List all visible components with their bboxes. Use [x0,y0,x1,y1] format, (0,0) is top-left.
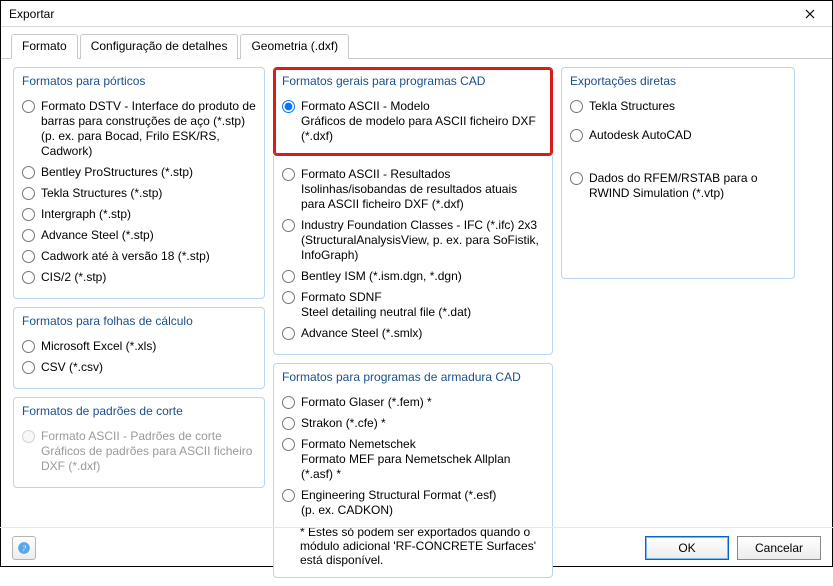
group-title: Formatos para folhas de cálculo [22,314,256,332]
tab-geometria[interactable]: Geometria (.dxf) [240,34,349,59]
group-corte: Formatos de padrões de corte Formato ASC… [13,397,265,488]
option-bentley-ism[interactable]: Bentley ISM (*.ism.dgn, *.dgn) [282,266,544,287]
tab-config-detalhes[interactable]: Configuração de detalhes [80,34,239,59]
option-ascii-resultados[interactable]: Formato ASCII - Resultados Isolinhas/iso… [282,164,544,215]
radio[interactable] [282,327,295,340]
option-ifc[interactable]: Industry Foundation Classes - IFC (*.ifc… [282,215,544,266]
option-cadwork[interactable]: Cadwork até à versão 18 (*.stp) [22,246,256,267]
group-diretas: Exportações diretas Tekla Structures Aut… [561,67,795,279]
option-advance-steel-stp[interactable]: Advance Steel (*.stp) [22,225,256,246]
option-dstv[interactable]: Formato DSTV - Interface do produto de b… [22,96,256,162]
close-button[interactable] [794,3,826,25]
radio[interactable] [570,129,583,142]
group-title: Formatos gerais para programas CAD [282,74,544,92]
group-title: Formatos de padrões de corte [22,404,256,422]
radio[interactable] [282,168,295,181]
help-button[interactable]: ? [12,536,36,560]
radio[interactable] [22,166,35,179]
radio[interactable] [282,438,295,451]
radio[interactable] [282,270,295,283]
group-calculo: Formatos para folhas de cálculo Microsof… [13,307,265,389]
option-advance-steel-smlx[interactable]: Advance Steel (*.smlx) [282,323,544,344]
window-title: Exportar [9,7,54,21]
option-sdnf[interactable]: Formato SDNF Steel detailing neutral fil… [282,287,544,323]
group-cad-gerais-highlight: Formatos gerais para programas CAD Forma… [273,67,553,156]
radio[interactable] [570,172,583,185]
option-tekla-direct[interactable]: Tekla Structures [570,96,786,117]
close-icon [805,9,815,19]
radio[interactable] [570,100,583,113]
radio[interactable] [282,417,295,430]
option-tekla-stp[interactable]: Tekla Structures (*.stp) [22,183,256,204]
help-icon: ? [17,541,31,555]
option-glaser[interactable]: Formato Glaser (*.fem) * [282,392,544,413]
option-cis2[interactable]: CIS/2 (*.stp) [22,267,256,288]
radio[interactable] [22,361,35,374]
radio[interactable] [22,340,35,353]
cancel-button[interactable]: Cancelar [737,536,821,560]
tab-formato[interactable]: Formato [11,34,78,59]
option-excel[interactable]: Microsoft Excel (*.xls) [22,336,256,357]
radio[interactable] [282,100,295,113]
radio[interactable] [22,100,35,113]
group-cad-gerais-rest: Formato ASCII - Resultados Isolinhas/iso… [273,156,553,355]
radio[interactable] [282,396,295,409]
option-ascii-modelo[interactable]: Formato ASCII - Modelo Gráficos de model… [282,96,544,147]
dialog-footer: ? OK Cancelar [0,527,833,567]
radio[interactable] [282,489,295,502]
radio[interactable] [22,250,35,263]
radio[interactable] [282,219,295,232]
option-intergraph[interactable]: Intergraph (*.stp) [22,204,256,225]
radio[interactable] [22,187,35,200]
ok-button[interactable]: OK [645,536,729,560]
group-title: Formatos para programas de armadura CAD [282,370,544,388]
option-rwind[interactable]: Dados do RFEM/RSTAB para o RWIND Simulat… [570,168,786,204]
option-autocad-direct[interactable]: Autodesk AutoCAD [570,125,786,146]
tab-bar: Formato Configuração de detalhes Geometr… [1,27,832,59]
title-bar: Exportar [1,1,832,27]
radio [22,430,35,443]
group-title: Exportações diretas [570,74,786,92]
option-esf[interactable]: Engineering Structural Format (*.esf) (p… [282,485,544,521]
group-title: Formatos para pórticos [22,74,256,92]
option-bentley-prostructures[interactable]: Bentley ProStructures (*.stp) [22,162,256,183]
radio[interactable] [282,291,295,304]
radio[interactable] [22,271,35,284]
option-ascii-corte: Formato ASCII - Padrões de corte Gráfico… [22,426,256,477]
content-area: Formatos para pórticos Formato DSTV - In… [1,59,832,586]
option-nemetschek[interactable]: Formato Nemetschek Formato MEF para Neme… [282,434,544,485]
radio[interactable] [22,229,35,242]
radio[interactable] [22,208,35,221]
option-strakon[interactable]: Strakon (*.cfe) * [282,413,544,434]
option-csv[interactable]: CSV (*.csv) [22,357,256,378]
group-porticos: Formatos para pórticos Formato DSTV - In… [13,67,265,299]
